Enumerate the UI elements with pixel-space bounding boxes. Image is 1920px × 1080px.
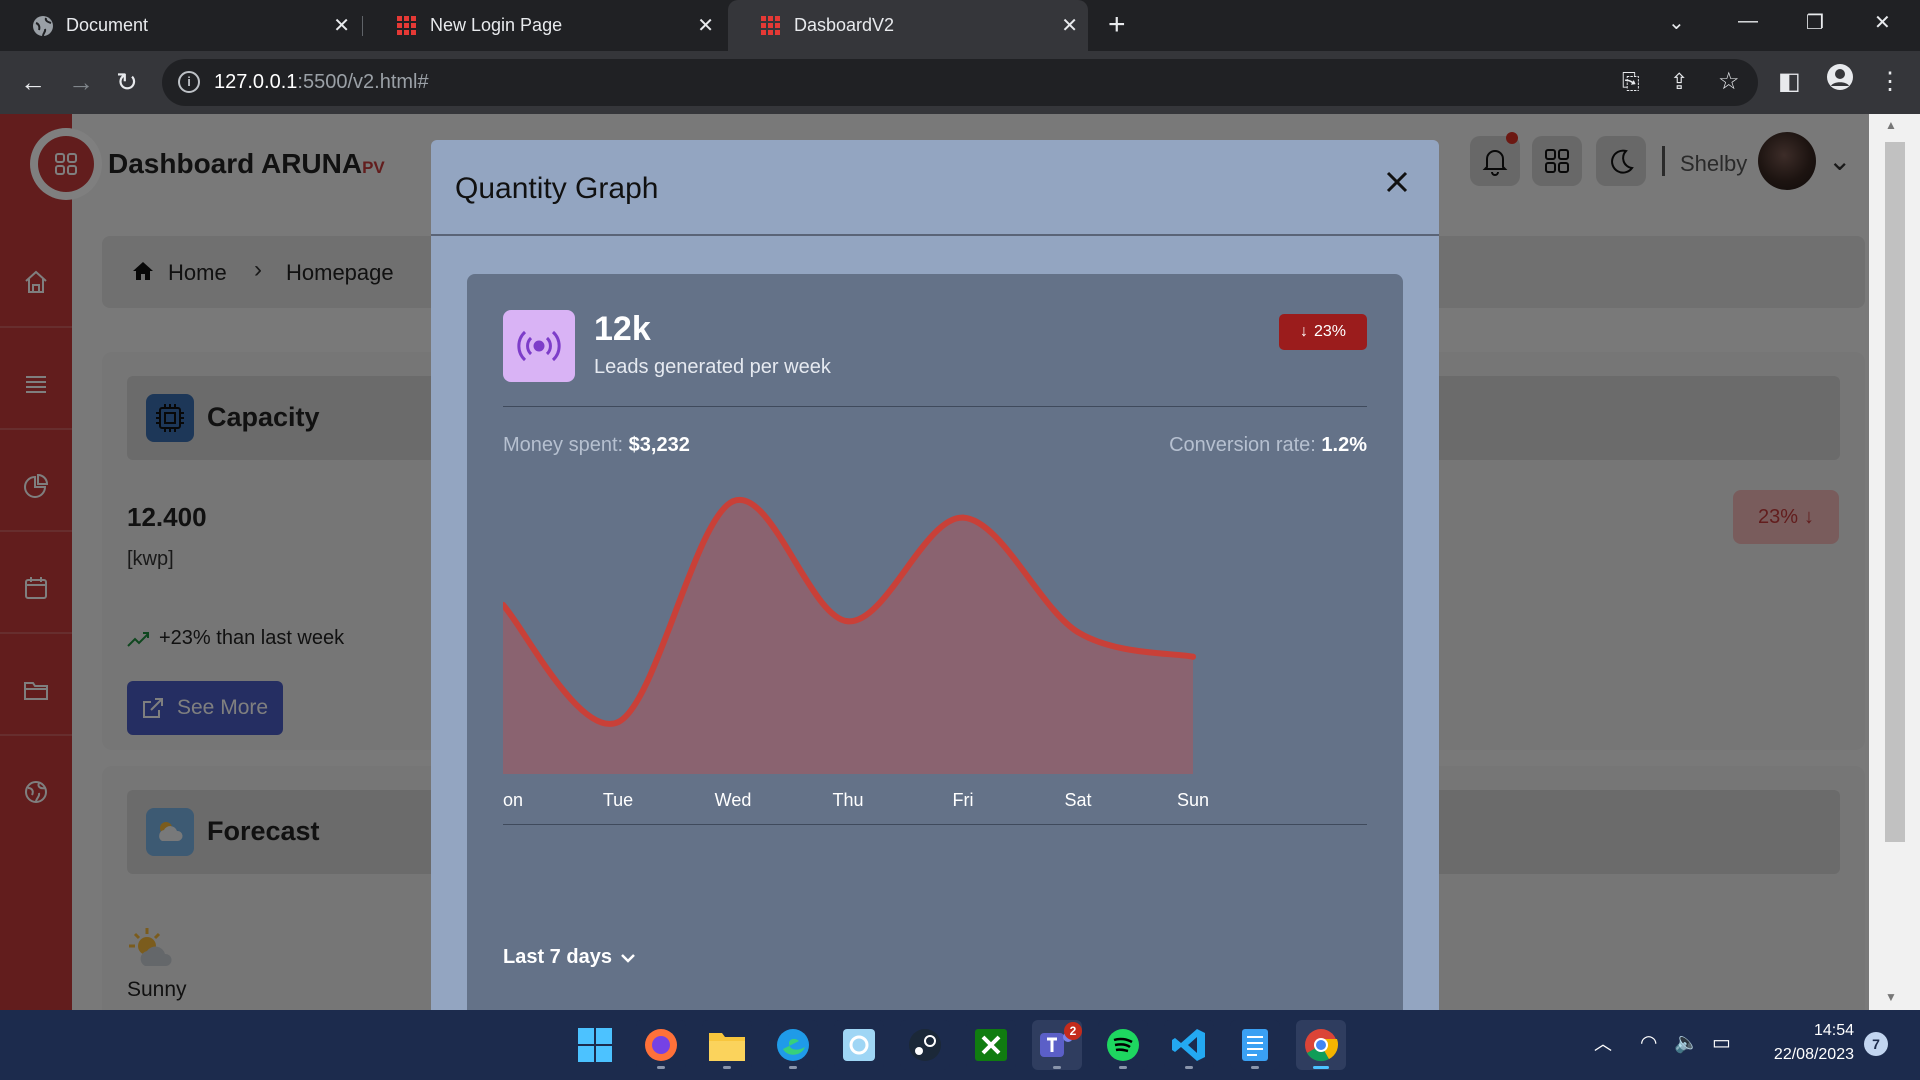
chart-point-sat[interactable] <box>1075 629 1081 636</box>
tab-close-button[interactable]: ✕ <box>333 13 350 38</box>
browser-toolbar: ← → ↻ i 127.0.0.1:5500/v2.html# ⎘ ⇪ ☆ ◧ … <box>0 51 1920 114</box>
app-grid-icon <box>397 16 416 35</box>
bookmark-star-icon[interactable]: ☆ <box>1718 67 1740 96</box>
scroll-up-arrow-icon[interactable]: ▲ <box>1885 118 1897 132</box>
kpi-change-badge: ↓ 23% <box>1279 314 1367 350</box>
x-tick-label: Thu <box>832 790 863 810</box>
close-icon[interactable] <box>1383 168 1411 196</box>
modal-title: Quantity Graph <box>455 172 659 205</box>
chrome-icon[interactable] <box>1296 1020 1346 1070</box>
page-scrollbar[interactable]: ▲ ▼ <box>1869 114 1920 1010</box>
leads-card: 12k Leads generated per week ↓ 23% Money … <box>467 274 1403 1010</box>
xbox-icon[interactable] <box>966 1020 1016 1070</box>
tab-title: New Login Page <box>430 15 563 35</box>
globe-icon <box>33 16 53 37</box>
window-close-button[interactable]: ✕ <box>1874 10 1891 35</box>
teams-badge: 2 <box>1064 1022 1082 1040</box>
new-tab-button[interactable]: + <box>1108 8 1126 42</box>
leads-area-chart: on Tue Wed Thu Fri Sat Sun <box>503 496 1209 810</box>
reload-icon[interactable]: ↻ <box>116 67 138 98</box>
scroll-down-arrow-icon[interactable]: ▼ <box>1885 990 1897 1004</box>
x-tick-label: Wed <box>715 790 752 810</box>
x-tick-label: Sun <box>1177 790 1209 810</box>
scrollbar-thumb[interactable] <box>1885 142 1905 842</box>
minimize-button[interactable]: — <box>1738 10 1758 33</box>
divider <box>503 824 1367 825</box>
back-arrow-icon[interactable]: ← <box>20 67 46 98</box>
share-icon[interactable]: ⇪ <box>1670 69 1688 95</box>
windows-taskbar <box>0 1010 1920 1080</box>
modal-header: Quantity Graph <box>431 140 1439 236</box>
tab-title: Document <box>66 15 149 35</box>
chart-point-tue[interactable] <box>615 719 621 726</box>
vscode-icon[interactable] <box>1164 1020 1214 1070</box>
taskbar-running-indicator <box>1313 1066 1329 1069</box>
side-panel-icon[interactable]: ◧ <box>1778 67 1801 96</box>
tab-new-login-page[interactable]: New Login Page ✕ <box>364 0 724 51</box>
conversion-rate: Conversion rate: 1.2% <box>1169 434 1367 456</box>
browser-tab-strip: Document ✕ New Login Page ✕ DasboardV2 ✕… <box>0 0 1920 51</box>
forward-arrow-icon[interactable]: → <box>68 67 94 98</box>
x-tick-label: Tue <box>603 790 633 810</box>
taskbar-running-indicator <box>1053 1066 1061 1069</box>
notepad-icon[interactable] <box>1230 1020 1280 1070</box>
tab-document[interactable]: Document ✕ <box>0 0 360 51</box>
chart-point-wed[interactable] <box>730 498 736 505</box>
kpi-subtitle: Leads generated per week <box>594 356 831 378</box>
arrow-down-icon: ↓ <box>1299 323 1308 340</box>
wifi-icon[interactable]: ◠ <box>1640 1030 1657 1055</box>
money-spent: Money spent: $3,232 <box>503 434 690 456</box>
file-explorer-icon[interactable] <box>702 1020 752 1070</box>
url-text: 127.0.0.1:5500/v2.html# <box>214 71 429 93</box>
clock-date[interactable]: 22/08/2023 <box>1740 1046 1854 1064</box>
windows-start-icon[interactable] <box>570 1020 620 1070</box>
taskbar-running-indicator <box>1185 1066 1193 1069</box>
firefox-icon[interactable] <box>636 1020 686 1070</box>
tab-close-button[interactable]: ✕ <box>1061 13 1078 38</box>
address-bar[interactable]: i 127.0.0.1:5500/v2.html# ⎘ ⇪ ☆ <box>162 59 1758 106</box>
tab-title: DasboardV2 <box>794 15 895 35</box>
notification-count-badge[interactable]: 7 <box>1864 1032 1888 1056</box>
kpi-value: 12k <box>594 310 651 348</box>
x-tick-label: Fri <box>953 790 974 810</box>
edge-icon[interactable] <box>768 1020 818 1070</box>
chart-point-fri[interactable] <box>960 514 966 521</box>
x-tick-label: on <box>503 790 523 810</box>
app-grid-icon <box>761 16 780 35</box>
battery-icon[interactable]: ▭ <box>1712 1030 1731 1055</box>
chart-point-sun[interactable] <box>1190 653 1196 660</box>
steam-icon[interactable] <box>900 1020 950 1070</box>
volume-icon[interactable]: 🔈 <box>1674 1030 1699 1055</box>
chevron-down-icon <box>621 953 635 963</box>
browser-menu-icon[interactable]: ⋮ <box>1878 67 1902 96</box>
taskbar-running-indicator <box>723 1066 731 1069</box>
taskbar-running-indicator <box>1251 1066 1259 1069</box>
tab-dashboard-v2[interactable]: DasboardV2 ✕ <box>728 0 1088 51</box>
photos-icon[interactable] <box>834 1020 884 1070</box>
profile-icon[interactable] <box>1826 63 1854 98</box>
divider <box>503 406 1367 407</box>
tab-close-button[interactable]: ✕ <box>697 13 714 38</box>
broadcast-icon <box>503 310 575 382</box>
translate-icon[interactable]: ⎘ <box>1622 69 1640 95</box>
taskbar-running-indicator <box>1119 1066 1127 1069</box>
taskbar-running-indicator <box>657 1066 665 1069</box>
x-tick-label: Sat <box>1064 790 1091 810</box>
tab-search-chevron-icon[interactable]: ⌄ <box>1668 10 1685 35</box>
spotify-icon[interactable] <box>1098 1020 1148 1070</box>
taskbar-running-indicator <box>789 1066 797 1069</box>
tab-separator <box>362 16 363 36</box>
chevron-up-icon[interactable]: ︿ <box>1594 1030 1612 1056</box>
restore-button[interactable]: ❐ <box>1806 10 1824 35</box>
site-info-icon[interactable]: i <box>178 71 200 93</box>
chart-point-thu[interactable] <box>845 618 851 625</box>
date-range-dropdown[interactable]: Last 7 days <box>503 946 636 969</box>
quantity-graph-modal: Quantity Graph 12k Leads generated per w… <box>431 140 1439 1010</box>
clock-time[interactable]: 14:54 <box>1780 1022 1854 1040</box>
